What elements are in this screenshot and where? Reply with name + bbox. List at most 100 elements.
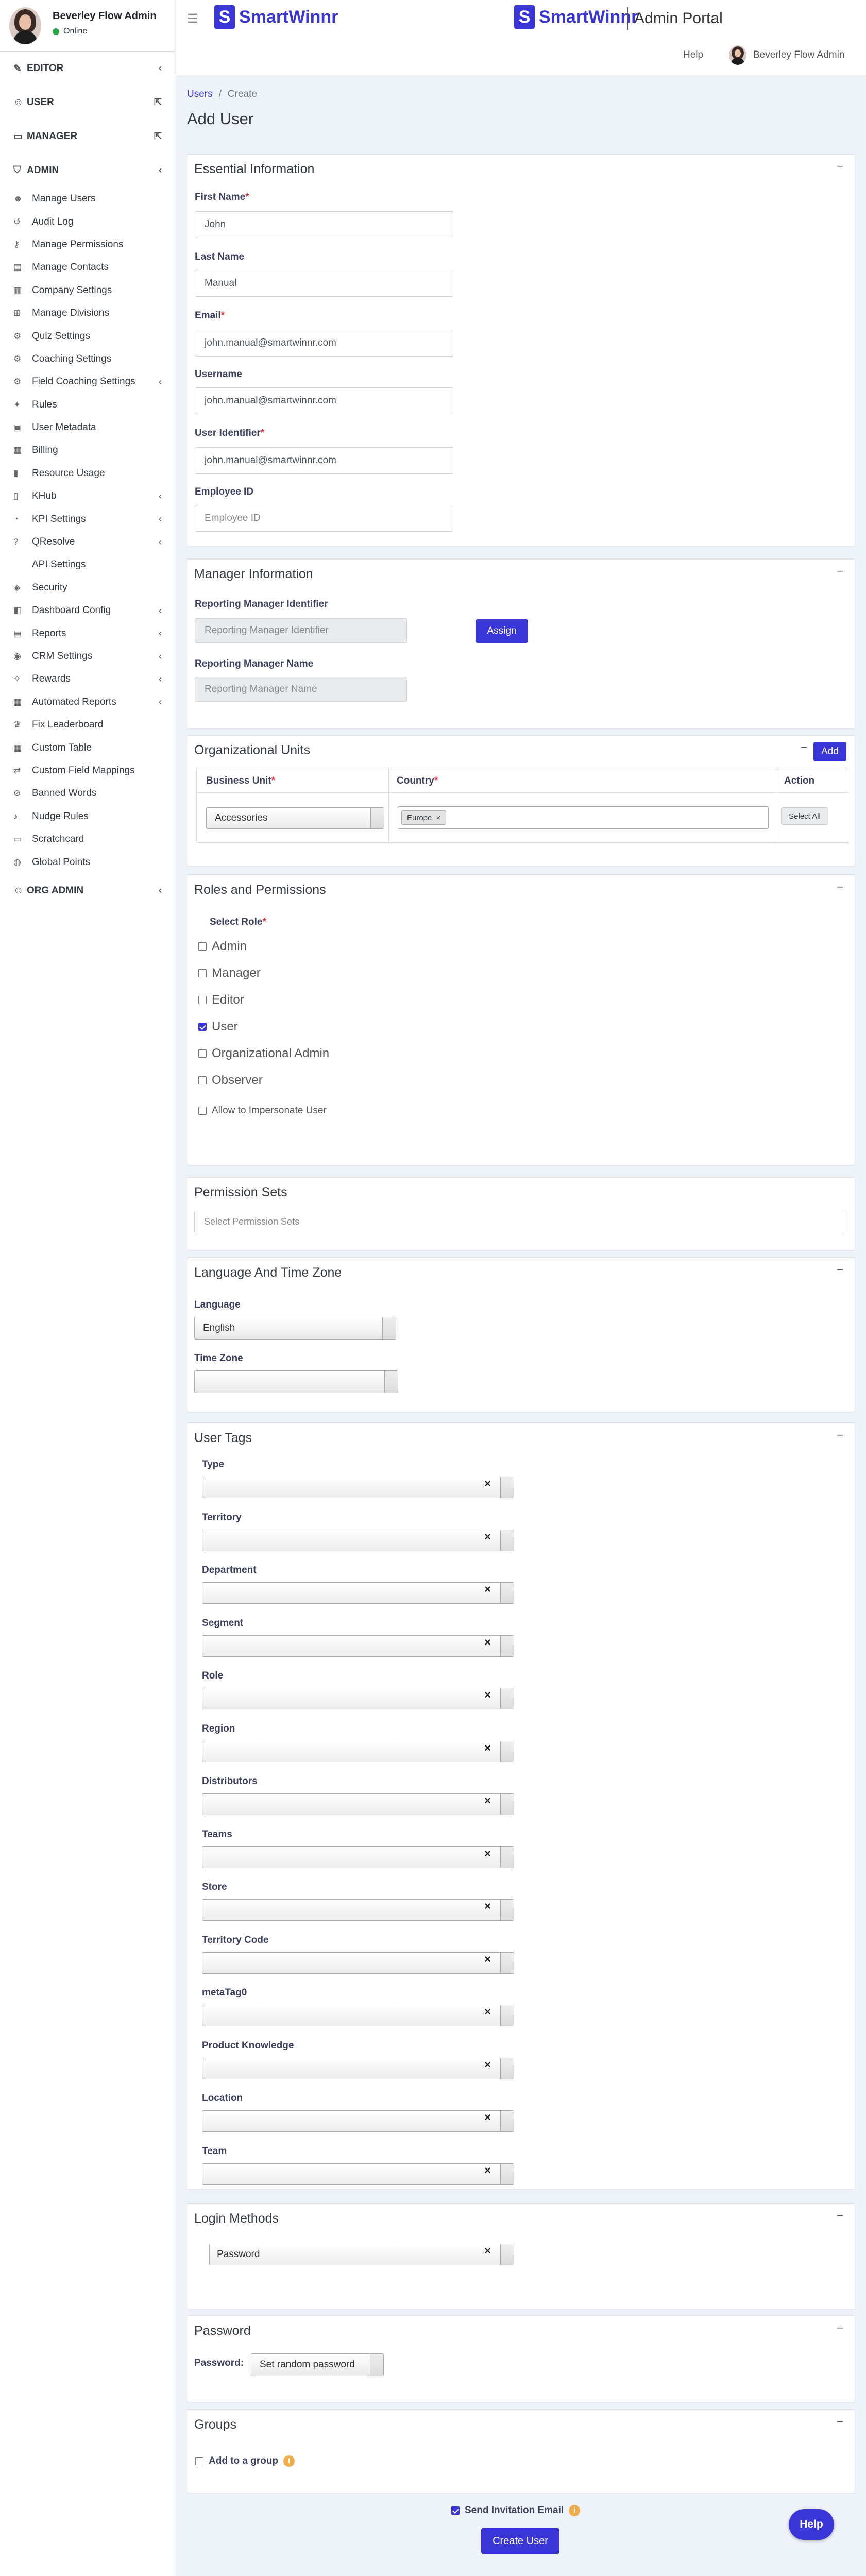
nav-section-user[interactable]: ☺ USER ⇱ — [0, 86, 175, 120]
collapse-icon[interactable]: − — [837, 2415, 843, 2429]
remove-tag-icon[interactable]: × — [436, 814, 440, 822]
collapse-icon[interactable]: − — [837, 1429, 843, 1442]
sidebar-item-qresolve[interactable]: ? QResolve ‹ — [0, 531, 175, 553]
collapse-icon[interactable]: − — [837, 565, 843, 578]
last-name-field[interactable]: Manual — [195, 270, 453, 297]
checkbox-checked-icon[interactable] — [451, 2506, 460, 2515]
role-manager-checkbox[interactable]: Manager — [198, 966, 261, 980]
sidebar-item-kpi-settings[interactable]: ◔ KPI Settings ‹ — [0, 507, 175, 530]
checkbox-icon[interactable] — [198, 1076, 207, 1084]
clear-icon[interactable]: × — [484, 2164, 491, 2177]
language-select[interactable]: English — [194, 1317, 396, 1340]
tag-segment-select[interactable]: × — [202, 1635, 514, 1657]
info-icon[interactable]: i — [283, 2455, 295, 2467]
tag-distributors-select[interactable]: × — [202, 1793, 514, 1815]
collapse-icon[interactable]: − — [837, 2321, 843, 2335]
sidebar-item-nudge-rules[interactable]: ♪ Nudge Rules — [0, 805, 175, 828]
header-user-name[interactable]: Beverley Flow Admin — [753, 49, 844, 61]
tag-metatag0-select[interactable]: × — [202, 2005, 514, 2026]
sidebar-item-automated-reports[interactable]: ▦ Automated Reports ‹ — [0, 691, 175, 714]
nav-section-manager[interactable]: ▭ MANAGER ⇱ — [0, 120, 175, 154]
sidebar-item-company-settings[interactable]: ▥ Company Settings — [0, 279, 175, 302]
sidebar-item-api-settings[interactable]: API Settings — [0, 553, 175, 576]
sidebar-item-billing[interactable]: ▦ Billing — [0, 439, 175, 462]
clear-icon[interactable]: × — [484, 1530, 491, 1544]
sidebar-item-security[interactable]: ◈ Security — [0, 577, 175, 599]
clear-icon[interactable]: × — [484, 1583, 491, 1596]
nav-section-editor[interactable]: ✎ EDITOR ‹ — [0, 52, 175, 86]
clear-icon[interactable]: × — [484, 1847, 491, 1860]
sidebar-item-field-coaching-settings[interactable]: ⚙ Field Coaching Settings ‹ — [0, 370, 175, 393]
tag-territory-code-select[interactable]: × — [202, 1952, 514, 1974]
sidebar-item-manage-permissions[interactable]: ⚷ Manage Permissions — [0, 233, 175, 256]
clear-icon[interactable]: × — [484, 2244, 491, 2258]
breadcrumb-users-link[interactable]: Users — [187, 89, 213, 100]
sidebar-item-rules[interactable]: ✦ Rules — [0, 394, 175, 416]
login-method-select[interactable]: Password × — [209, 2244, 514, 2265]
role-editor-checkbox[interactable]: Editor — [198, 993, 244, 1007]
clear-icon[interactable]: × — [484, 1900, 491, 1913]
clear-icon[interactable]: × — [484, 1477, 491, 1490]
sidebar-item-manage-users[interactable]: ☻ Manage Users — [0, 188, 175, 210]
clear-icon[interactable]: × — [484, 1636, 491, 1649]
collapse-icon[interactable]: − — [837, 2209, 843, 2223]
checkbox-icon[interactable] — [195, 2457, 203, 2465]
sidebar-item-khub[interactable]: ▯ KHub ‹ — [0, 485, 175, 507]
clear-icon[interactable]: × — [484, 1794, 491, 1807]
sidebar-item-global-points[interactable]: ◍ Global Points — [0, 851, 175, 873]
sidebar-item-custom-table[interactable]: ▦ Custom Table — [0, 736, 175, 759]
help-fab-button[interactable]: Help — [789, 2509, 834, 2540]
time-zone-select[interactable] — [194, 1370, 398, 1393]
tag-territory-select[interactable]: × — [202, 1529, 514, 1551]
sidebar-item-fix-leaderboard[interactable]: ♛ Fix Leaderboard — [0, 714, 175, 736]
sidebar-item-coaching-settings[interactable]: ⚙ Coaching Settings — [0, 348, 175, 370]
user-identifier-field[interactable]: john.manual@smartwinnr.com — [195, 447, 453, 474]
reporting-manager-name-field[interactable]: Reporting Manager Name — [195, 677, 407, 702]
create-user-button[interactable]: Create User — [481, 2528, 559, 2554]
checkbox-icon[interactable] — [198, 1107, 207, 1115]
business-unit-select[interactable]: Accessories — [206, 807, 384, 829]
checkbox-icon[interactable] — [198, 969, 207, 977]
collapse-icon[interactable]: − — [837, 160, 843, 173]
collapse-icon[interactable]: − — [837, 880, 843, 894]
sidebar-item-dashboard-config[interactable]: ◧ Dashboard Config ‹ — [0, 599, 175, 622]
assign-button[interactable]: Assign — [476, 619, 528, 643]
sidebar-item-manage-contacts[interactable]: ▤ Manage Contacts — [0, 256, 175, 279]
clear-icon[interactable]: × — [484, 2058, 491, 2072]
clear-icon[interactable]: × — [484, 1688, 491, 1702]
collapse-icon[interactable]: − — [801, 741, 807, 754]
sidebar-item-custom-field-mappings[interactable]: ⇄ Custom Field Mappings — [0, 759, 175, 782]
role-admin-checkbox[interactable]: Admin — [198, 939, 247, 954]
email-field[interactable]: john.manual@smartwinnr.com — [195, 330, 453, 357]
sidebar-item-scratchcard[interactable]: ▭ Scratchcard — [0, 828, 175, 851]
tag-teams-select[interactable]: × — [202, 1846, 514, 1868]
first-name-field[interactable]: John — [195, 211, 453, 238]
brand-logo[interactable]: S SmartWinnr — [214, 5, 338, 29]
sidebar-item-rewards[interactable]: ✧ Rewards ‹ — [0, 668, 175, 690]
sidebar-item-manage-divisions[interactable]: ⊞ Manage Divisions — [0, 302, 175, 325]
tag-department-select[interactable]: × — [202, 1582, 514, 1604]
password-option-select[interactable]: Set random password — [251, 2353, 384, 2376]
tag-location-select[interactable]: × — [202, 2110, 514, 2132]
sidebar-item-audit-log[interactable]: ↺ Audit Log — [0, 210, 175, 233]
clear-icon[interactable]: × — [484, 2005, 491, 2019]
tag-role-select[interactable]: × — [202, 1688, 514, 1709]
nav-section-org-admin[interactable]: ☺ ORG ADMIN ‹ — [0, 874, 175, 908]
info-icon[interactable]: i — [569, 2505, 581, 2516]
sidebar-item-reports[interactable]: ▤ Reports ‹ — [0, 622, 175, 645]
sidebar-item-resource-usage[interactable]: ▮ Resource Usage — [0, 462, 175, 485]
checkbox-checked-icon[interactable] — [198, 1023, 207, 1031]
sidebar-item-quiz-settings[interactable]: ⚙ Quiz Settings — [0, 325, 175, 347]
username-field[interactable]: john.manual@smartwinnr.com — [195, 387, 453, 414]
clear-icon[interactable]: × — [484, 2111, 491, 2124]
tag-product-knowledge-select[interactable]: × — [202, 2057, 514, 2079]
tag-type-select[interactable]: × — [202, 1477, 514, 1498]
role-observer-checkbox[interactable]: Observer — [198, 1073, 263, 1088]
checkbox-icon[interactable] — [198, 996, 207, 1004]
collapse-icon[interactable]: − — [837, 1263, 843, 1277]
role-user-checkbox[interactable]: User — [198, 1020, 238, 1034]
header-avatar[interactable] — [729, 45, 746, 65]
tag-team-select[interactable]: × — [202, 2163, 514, 2185]
nav-section-admin[interactable]: ⛉ ADMIN ‹ — [0, 154, 175, 188]
country-multiselect[interactable]: Europe × — [398, 806, 769, 829]
